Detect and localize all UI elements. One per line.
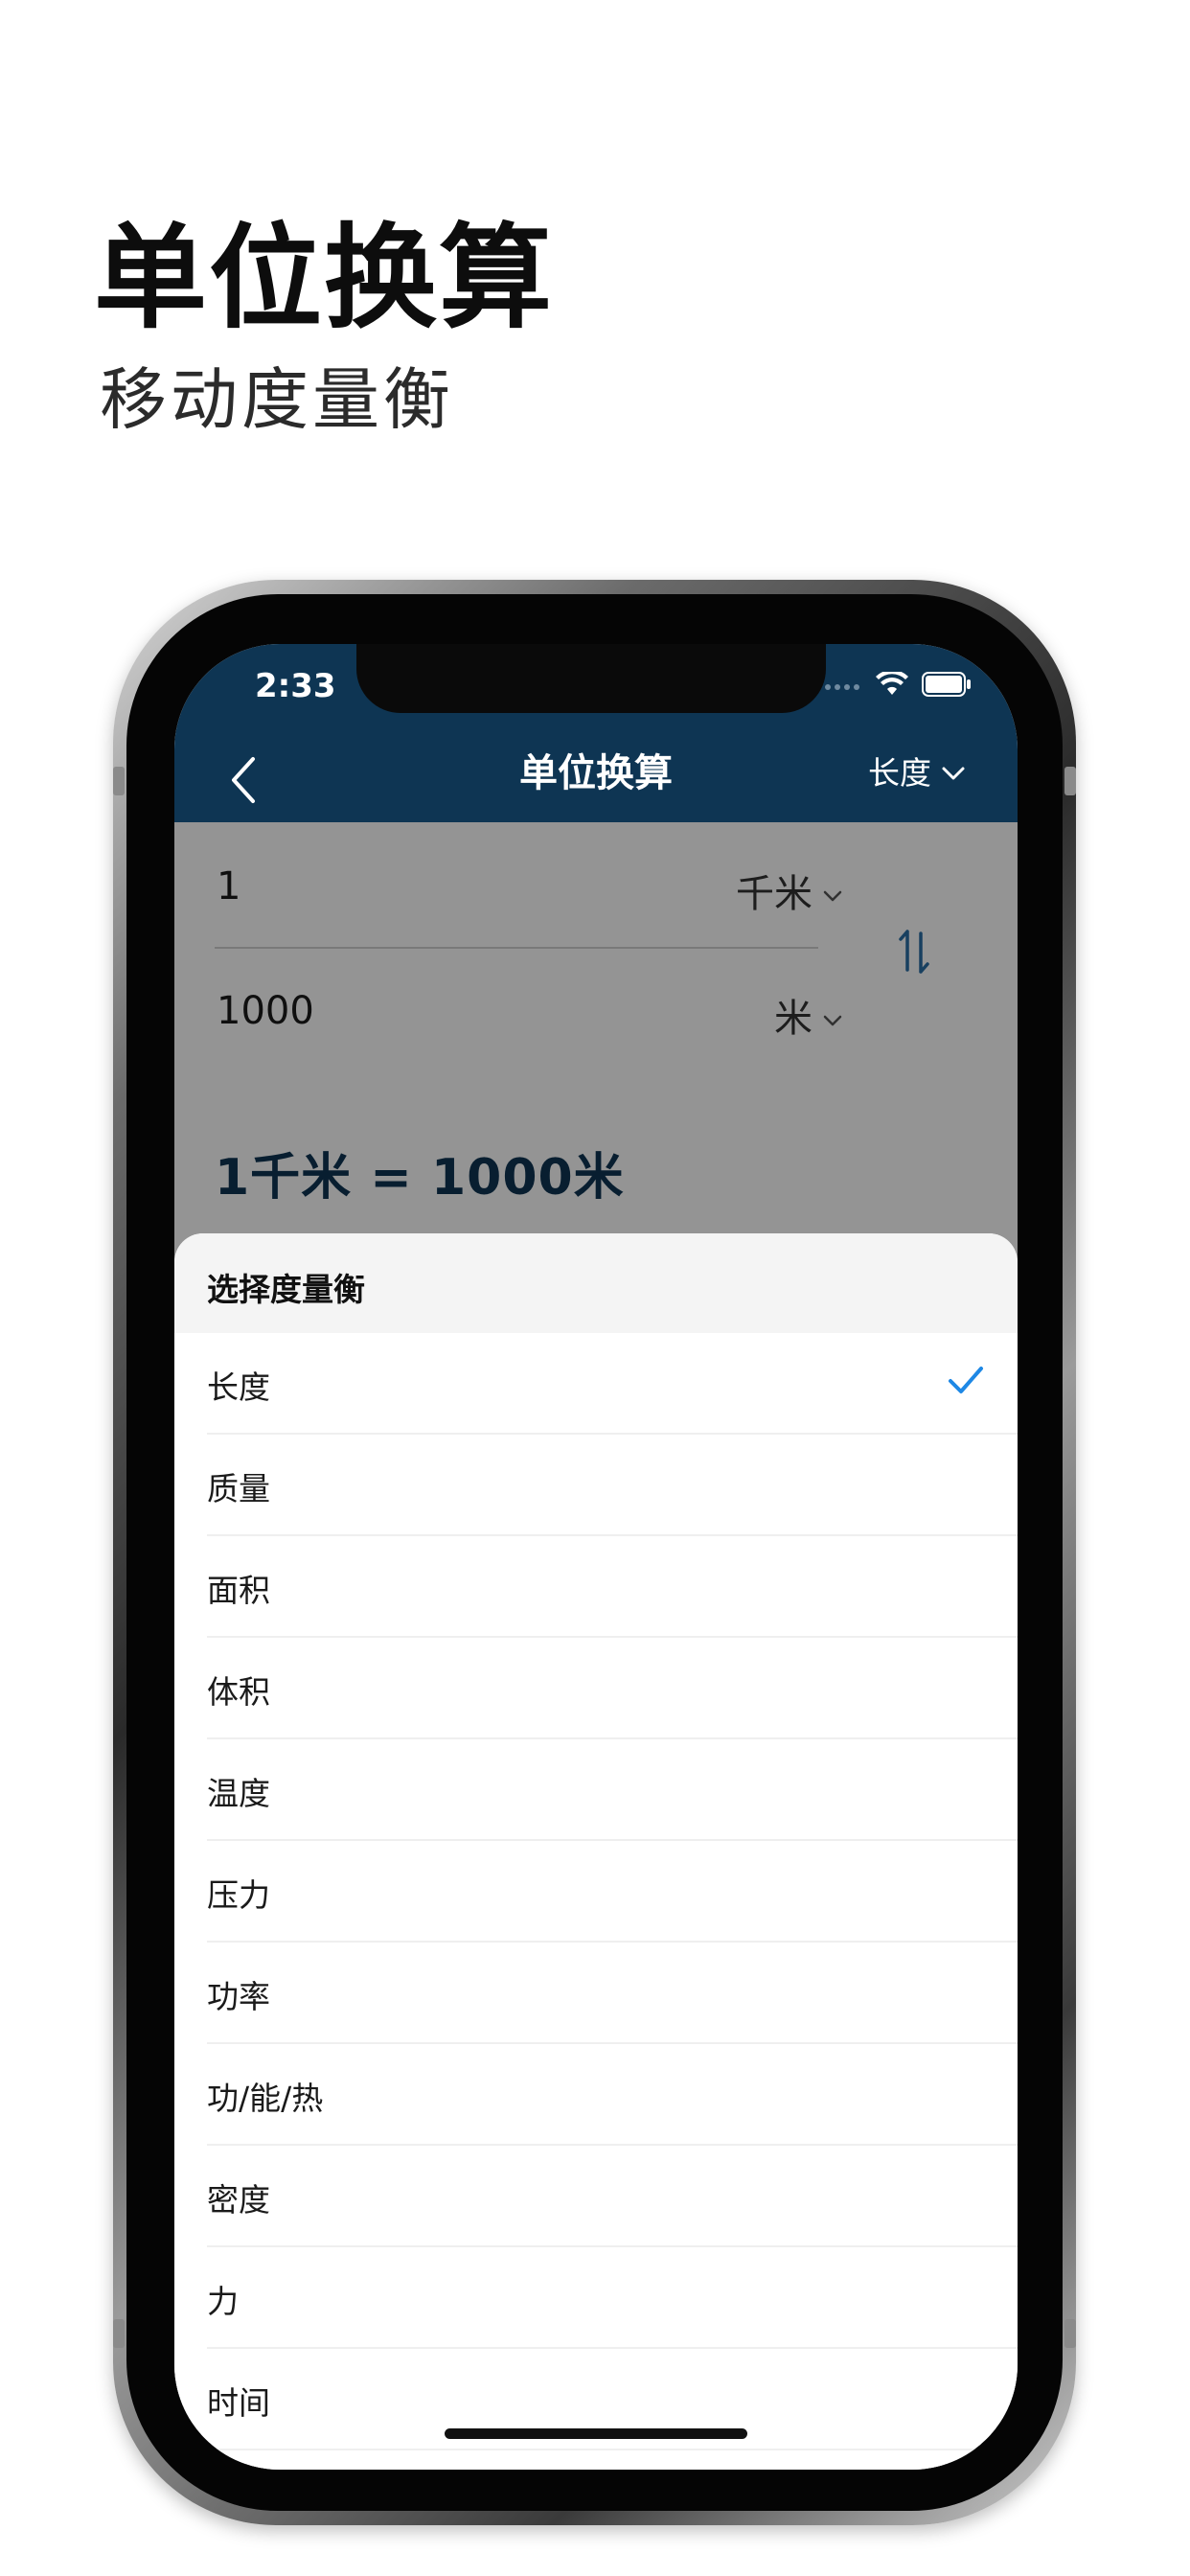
- sheet-item-label: 长度: [207, 1368, 270, 1406]
- sheet-item-temperature[interactable]: 温度: [174, 1739, 1018, 1841]
- chevron-down-icon: [941, 752, 966, 790]
- sheet-item-label: 功/能/热: [207, 2080, 324, 2117]
- sheet-item-label: 密度: [207, 2181, 270, 2219]
- checkmark-icon: [947, 1364, 985, 1400]
- phone-side-button: [1064, 767, 1076, 795]
- phone-side-button: [113, 2319, 125, 2348]
- sheet-item-label: 温度: [207, 1775, 270, 1812]
- sheet-item-power[interactable]: 功率: [174, 1943, 1018, 2044]
- sheet-item-label: 面积: [207, 1572, 270, 1609]
- phone-side-button: [113, 767, 125, 795]
- category-label: 长度: [868, 754, 931, 792]
- home-indicator: [445, 2428, 747, 2439]
- signal-dots-icon: [824, 678, 862, 696]
- sheet-item-energy[interactable]: 功/能/热: [174, 2044, 1018, 2146]
- sheet-item-length[interactable]: 长度: [174, 1333, 1018, 1435]
- sheet-item-force[interactable]: 力: [174, 2247, 1018, 2349]
- sheet-item-label: 体积: [207, 1673, 270, 1711]
- app-header: 2:33 单位换算 长度: [174, 644, 1018, 822]
- category-selector[interactable]: 长度: [868, 748, 966, 794]
- wifi-icon: [876, 669, 908, 701]
- status-icons: [824, 669, 972, 703]
- status-time: 2:33: [255, 667, 336, 705]
- promo-subtitle: 移动度量衡: [100, 360, 454, 439]
- sheet-item-mass[interactable]: 质量: [174, 1435, 1018, 1536]
- phone-side-button: [1064, 2319, 1076, 2348]
- sheet-item-label: 力: [207, 2283, 239, 2320]
- sheet-title: 选择度量衡: [207, 1271, 365, 1308]
- sheet-item-area[interactable]: 面积: [174, 1536, 1018, 1638]
- category-sheet: 选择度量衡 长度 质量 面积 体积 温度 压力 功率 功/能/热 密度 力 时间: [174, 1233, 1018, 2470]
- sheet-item-label: 质量: [207, 1470, 270, 1507]
- sheet-item-label: 时间: [207, 2384, 270, 2422]
- phone-screen: 2:33 单位换算 长度 1 千米 1000 米 1千米 = 1000米 选择度…: [174, 644, 1018, 2470]
- sheet-item-label: 功率: [207, 1978, 270, 2015]
- notch: [356, 644, 826, 713]
- sheet-item-volume[interactable]: 体积: [174, 1638, 1018, 1739]
- sheet-header: 选择度量衡: [174, 1233, 1018, 1333]
- sheet-item-pressure[interactable]: 压力: [174, 1841, 1018, 1943]
- item-separator: [207, 2449, 1018, 2450]
- sheet-item-density[interactable]: 密度: [174, 2146, 1018, 2247]
- battery-icon: [922, 672, 972, 701]
- sheet-item-label: 压力: [207, 1876, 270, 1914]
- promo-title: 单位换算: [94, 212, 555, 344]
